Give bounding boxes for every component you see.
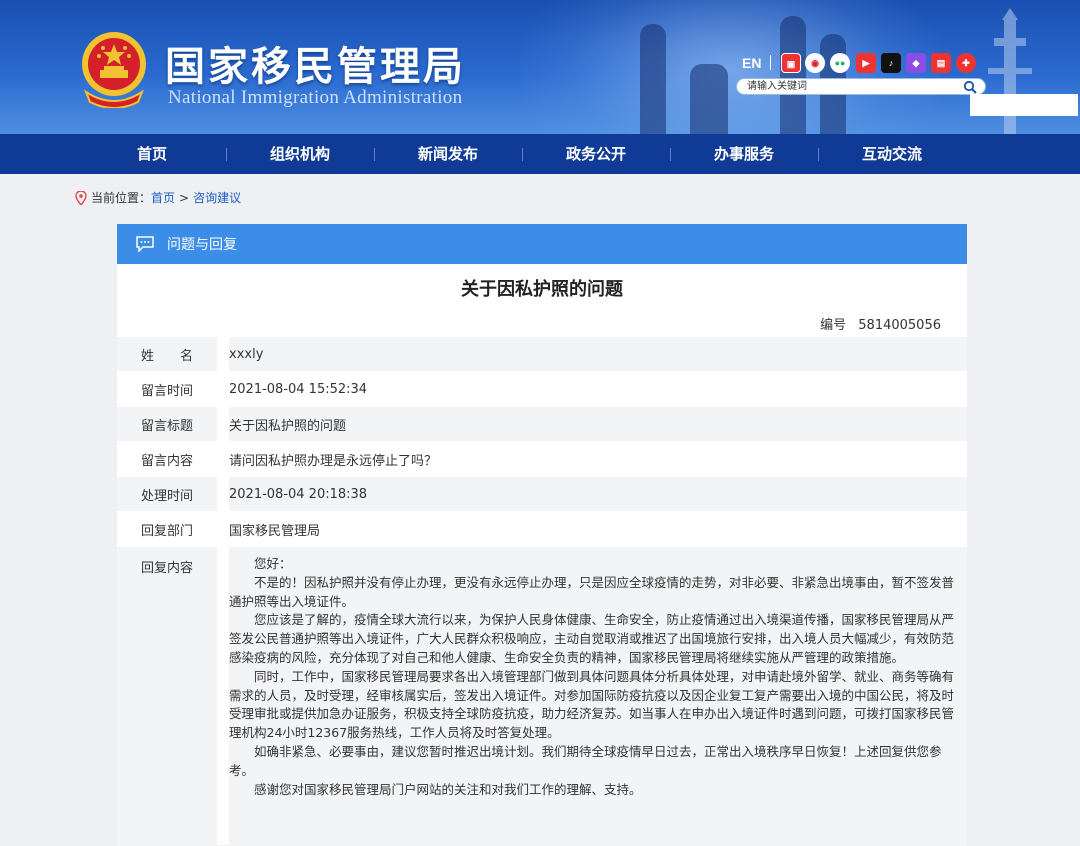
location-pin-icon: [75, 190, 87, 205]
reply-paragraph: 您应该是了解的，疫情全球大流行以来，为保护人民身体健康、生命安全，防止疫情通过出…: [229, 612, 955, 665]
table-row: 留言内容 请问因私护照办理是永远停止了吗？: [117, 441, 967, 476]
field-value: 国家移民管理局: [229, 512, 967, 546]
nav-item-organization[interactable]: 组织机构: [226, 134, 374, 174]
reply-content: 您好： 不是的！因私护照并没有停止办理，更没有永远停止办理，只是因应全球疫情的走…: [229, 547, 967, 846]
question-number-value: 5814005056: [858, 318, 941, 333]
nav-item-news[interactable]: 新闻发布: [374, 134, 522, 174]
reply-paragraph: 不是的！因私护照并没有停止办理，更没有永远停止办理，只是因应全球疫情的走势，对非…: [229, 574, 955, 609]
traveler-silhouette: [640, 24, 666, 134]
field-label: 留言时间: [117, 372, 217, 406]
qa-detail-table: 姓 名 xxxly 留言时间 2021-08-04 15:52:34 留言标题 …: [117, 336, 967, 846]
reply-paragraph: 同时，工作中，国家移民管理局要求各出入境管理部门做到具体问题具体分析具体处理，对…: [229, 668, 955, 741]
douyin-icon[interactable]: ♪: [881, 53, 901, 73]
nav-item-home[interactable]: 首页: [78, 134, 226, 174]
site-header: 国家移民管理局 National Immigration Administrat…: [0, 0, 1080, 134]
question-number-label: 编号: [820, 318, 847, 333]
app-icon[interactable]: ✚: [956, 53, 976, 73]
panel-header-label: 问题与回复: [167, 237, 237, 253]
national-emblem-icon: [82, 32, 146, 108]
language-en-link[interactable]: EN: [742, 55, 761, 71]
field-label: 回复内容: [117, 547, 217, 846]
bilibili-icon[interactable]: ▤: [931, 53, 951, 73]
nav-item-interaction[interactable]: 互动交流: [818, 134, 966, 174]
table-row: 留言标题 关于因私护照的问题: [117, 406, 967, 441]
table-row: 回复内容 您好： 不是的！因私护照并没有停止办理，更没有永远停止办理，只是因应全…: [117, 546, 967, 846]
breadcrumb-home-link[interactable]: 首页: [151, 189, 175, 206]
field-value: 请问因私护照办理是永远停止了吗？: [229, 442, 967, 476]
header-banner-glow: [520, 0, 940, 134]
field-value: xxxly: [229, 337, 967, 371]
main-nav: 首页 组织机构 新闻发布 政务公开 办事服务 互动交流: [0, 134, 1080, 174]
reply-paragraph: 您好：: [254, 556, 292, 571]
search-input[interactable]: [747, 80, 962, 93]
field-value: 2021-08-04 15:52:34: [229, 372, 967, 406]
weibo-app-icon[interactable]: ▣: [781, 53, 801, 73]
table-row: 留言时间 2021-08-04 15:52:34: [117, 371, 967, 406]
panel-header: 问题与回复: [117, 224, 967, 264]
reply-paragraph: 感谢您对国家移民管理局门户网站的关注和对我们工作的理解、支持。: [254, 781, 642, 797]
nav-item-government-affairs[interactable]: 政务公开: [522, 134, 670, 174]
weibo-icon[interactable]: ◉: [805, 53, 825, 73]
qa-panel: 问题与回复 关于因私护照的问题 编号 5814005056 姓 名 xxxly …: [117, 224, 967, 846]
traveler-silhouette: [780, 16, 806, 134]
breadcrumb-current-link[interactable]: 咨询建议: [193, 189, 241, 206]
question-title: 关于因私护照的问题: [461, 279, 623, 300]
divider: [770, 55, 771, 70]
search-box: [736, 78, 986, 95]
field-label: 留言标题: [117, 407, 217, 441]
traveler-silhouette: [690, 64, 728, 134]
breadcrumb: 当前位置： 首页 > 咨询建议: [75, 189, 241, 206]
table-row: 回复部门 国家移民管理局: [117, 511, 967, 546]
field-value: 2021-08-04 20:18:38: [229, 477, 967, 511]
header-blank-patch: [970, 94, 1078, 116]
site-title[interactable]: 国家移民管理局: [165, 34, 466, 92]
table-row: 处理时间 2021-08-04 20:18:38: [117, 476, 967, 511]
wechat-icon[interactable]: ●●: [830, 53, 850, 73]
breadcrumb-prefix: 当前位置：: [91, 191, 152, 205]
search-icon[interactable]: [963, 80, 977, 94]
field-label: 回复部门: [117, 512, 217, 546]
breadcrumb-separator: >: [179, 190, 190, 205]
chat-bubble-icon: [136, 236, 154, 252]
toutiao-icon[interactable]: ▶: [856, 53, 876, 73]
site-subtitle: National Immigration Administration: [168, 87, 463, 108]
table-row: 姓 名 xxxly: [117, 336, 967, 371]
field-label: 姓 名: [117, 337, 217, 371]
field-label: 处理时间: [117, 477, 217, 511]
kuaishou-icon[interactable]: ◆: [906, 53, 926, 73]
reply-paragraph: 如确非紧急、必要事由，建议您暂时推迟出境计划。我们期待全球疫情早日过去，正常出入…: [229, 743, 942, 778]
field-label: 留言内容: [117, 442, 217, 476]
nav-item-services[interactable]: 办事服务: [670, 134, 818, 174]
field-value: 关于因私护照的问题: [229, 407, 967, 441]
question-number: 编号 5814005056: [820, 314, 941, 333]
